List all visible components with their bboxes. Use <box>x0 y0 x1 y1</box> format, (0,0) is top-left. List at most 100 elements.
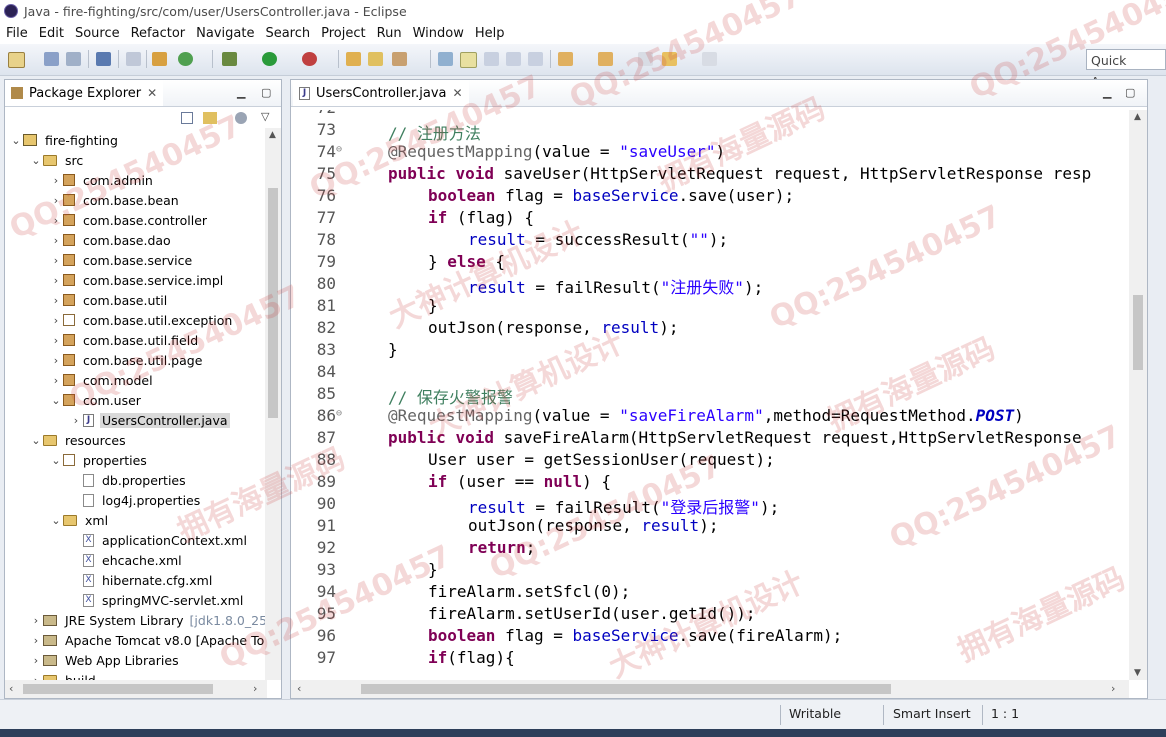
fold-collapse-icon[interactable]: ⊖ <box>336 144 346 155</box>
chevron-right-icon[interactable]: › <box>49 274 63 287</box>
tree-item[interactable]: › com.base.util.field <box>49 330 200 350</box>
tree-item[interactable]: › JRE System Library [jdk1.8.0_25] <box>29 610 267 630</box>
chevron-down-icon[interactable]: ⌄ <box>49 514 63 527</box>
tree-item[interactable]: › com.base.util <box>49 290 169 310</box>
editor-horizontal-scrollbar[interactable]: ‹ › <box>291 680 1129 698</box>
tree-item[interactable]: › com.base.service.impl <box>49 270 225 290</box>
maximize-icon[interactable]: ▢ <box>261 86 271 99</box>
explorer-horizontal-scroll-thumb[interactable] <box>23 684 213 694</box>
editor-vertical-scroll-thumb[interactable] <box>1133 295 1143 370</box>
tree-item[interactable]: ⌄ com.user <box>49 390 143 410</box>
chevron-right-icon[interactable]: › <box>49 234 63 247</box>
open-task-icon[interactable] <box>368 52 383 66</box>
run-icon[interactable] <box>262 52 277 66</box>
tree-item[interactable]: › J UsersController.java <box>69 410 230 430</box>
menu-help[interactable]: Help <box>475 26 505 41</box>
tree-item[interactable]: › com.base.service <box>49 250 194 270</box>
chevron-right-icon[interactable]: › <box>49 294 63 307</box>
menu-file[interactable]: File <box>6 26 28 41</box>
chevron-down-icon[interactable]: ⌄ <box>49 394 63 407</box>
tree-item[interactable]: › Apache Tomcat v8.0 [Apache Tomc <box>29 630 267 650</box>
tree-item[interactable]: › com.model <box>49 370 155 390</box>
scroll-right-icon[interactable]: › <box>253 682 257 695</box>
scroll-left-icon[interactable]: ‹ <box>297 682 301 695</box>
scroll-up-icon[interactable]: ▲ <box>1134 112 1141 122</box>
new-server-icon[interactable] <box>152 52 167 66</box>
console-icon[interactable] <box>96 52 111 66</box>
scroll-right-icon[interactable]: › <box>1111 682 1115 695</box>
minimize-icon[interactable]: ▁ <box>237 86 245 99</box>
view-menu-icon[interactable]: ▽ <box>261 110 269 123</box>
open-type-icon[interactable] <box>346 52 361 66</box>
editor-horizontal-scroll-thumb[interactable] <box>361 684 891 694</box>
tab-package-explorer[interactable]: Package Explorer ✕ <box>5 80 164 106</box>
menu-window[interactable]: Window <box>413 26 464 41</box>
chevron-right-icon[interactable]: › <box>49 174 63 187</box>
last-edit-icon[interactable] <box>638 52 653 66</box>
search-icon[interactable] <box>392 52 407 66</box>
save-icon[interactable] <box>44 52 59 66</box>
tree-item[interactable]: › build <box>29 670 98 680</box>
tree-item[interactable]: Xhibernate.cfg.xml <box>69 570 214 590</box>
chevron-right-icon[interactable]: › <box>29 614 43 627</box>
tree-item[interactable]: › com.base.util.page <box>49 350 204 370</box>
tree-item[interactable]: ⌄ properties <box>49 450 149 470</box>
fold-collapse-icon[interactable]: ⊖ <box>336 408 346 419</box>
back-icon[interactable] <box>662 52 677 66</box>
close-icon[interactable]: ✕ <box>147 86 157 100</box>
tree-item[interactable]: Xehcache.xml <box>69 550 184 570</box>
tree-item[interactable]: › Web App Libraries <box>29 650 181 670</box>
tree-item[interactable]: XspringMVC-servlet.xml <box>69 590 245 610</box>
tree-item[interactable]: › com.base.bean <box>49 190 181 210</box>
tree-item[interactable]: › com.base.controller <box>49 210 209 230</box>
menu-source[interactable]: Source <box>75 26 120 41</box>
chevron-down-icon[interactable]: ⌄ <box>29 154 43 167</box>
tree-item[interactable]: ⌄ xml <box>49 510 110 530</box>
tree-item[interactable]: log4j.properties <box>69 490 202 510</box>
chevron-down-icon[interactable]: ⌄ <box>49 454 63 467</box>
tree-item[interactable]: ⌄ resources <box>29 430 128 450</box>
chevron-right-icon[interactable]: › <box>49 214 63 227</box>
external-tools-icon[interactable] <box>302 52 317 66</box>
chevron-right-icon[interactable]: › <box>49 374 63 387</box>
new-icon[interactable] <box>8 52 25 68</box>
skip-breakpoints-icon[interactable] <box>126 52 141 66</box>
save-all-icon[interactable] <box>66 52 81 66</box>
forward-icon[interactable] <box>702 52 717 66</box>
tree-item[interactable]: › com.base.util.exception <box>49 310 234 330</box>
scroll-down-icon[interactable]: ▼ <box>1134 668 1141 678</box>
chevron-right-icon[interactable]: › <box>29 634 43 647</box>
chevron-right-icon[interactable]: › <box>49 334 63 347</box>
next-annotation-icon[interactable] <box>558 52 573 66</box>
tree-item[interactable]: ⌄ fire-fighting <box>9 130 120 150</box>
menu-edit[interactable]: Edit <box>39 26 64 41</box>
chevron-down-icon[interactable]: ⌄ <box>29 434 43 447</box>
block-selection-icon[interactable] <box>506 52 521 66</box>
chevron-right-icon[interactable]: › <box>49 354 63 367</box>
chevron-right-icon[interactable]: › <box>69 414 83 427</box>
chevron-down-icon[interactable]: ⌄ <box>9 134 23 147</box>
collapse-all-icon[interactable] <box>181 112 193 124</box>
chevron-right-icon[interactable]: › <box>49 254 63 267</box>
tree-item[interactable]: › com.base.dao <box>49 230 173 250</box>
previous-annotation-icon[interactable] <box>598 52 613 66</box>
tab-userscontroller[interactable]: J UsersController.java ✕ <box>293 80 469 106</box>
menu-run[interactable]: Run <box>377 26 402 41</box>
menu-project[interactable]: Project <box>321 26 365 41</box>
tree-item[interactable]: ⌄ src <box>29 150 85 170</box>
chevron-right-icon[interactable]: › <box>49 314 63 327</box>
scroll-up-icon[interactable]: ▲ <box>269 130 276 140</box>
code-area[interactable]: 7273// 注册方法74⊖@RequestMapping(value = "s… <box>291 110 1129 680</box>
link-with-editor-icon[interactable] <box>203 112 217 124</box>
focus-on-active-task-icon[interactable] <box>235 112 247 124</box>
tree-item[interactable]: db.properties <box>69 470 188 490</box>
menu-refactor[interactable]: Refactor <box>131 26 186 41</box>
tree-item[interactable]: XapplicationContext.xml <box>69 530 249 550</box>
minimize-icon[interactable]: ▁ <box>1103 86 1111 99</box>
highlight-icon[interactable] <box>460 52 477 68</box>
word-wrap-icon[interactable] <box>484 52 499 66</box>
maximize-icon[interactable]: ▢ <box>1125 86 1135 99</box>
menu-search[interactable]: Search <box>265 26 310 41</box>
quick-access-field[interactable]: Quick Access <box>1086 49 1166 89</box>
show-whitespace-icon[interactable] <box>528 52 543 66</box>
